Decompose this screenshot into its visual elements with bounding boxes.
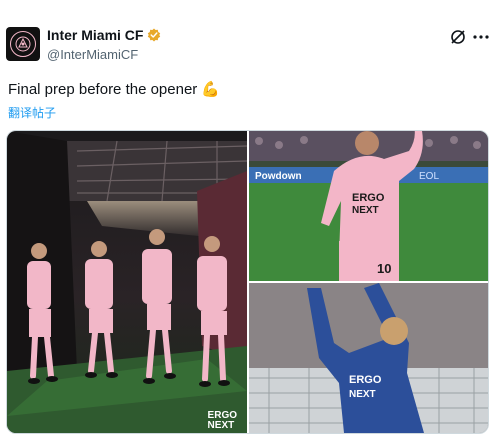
tweet-body: Final prep before the opener	[8, 80, 198, 98]
jersey-sponsor-text: ERGO	[352, 192, 385, 204]
goalkeeper-jersey-sponsor-text: ERGO	[349, 374, 382, 386]
author-name-row[interactable]: Inter Miami CF	[47, 27, 161, 43]
photo-player-pink-jersey[interactable]: Powdown EOL ERGO NEXT 10	[249, 131, 488, 281]
inter-miami-crest-icon	[10, 31, 36, 57]
more-options-icon[interactable]	[472, 28, 490, 46]
verified-badge-icon	[147, 28, 161, 42]
account-handle[interactable]: @InterMiamiCF	[47, 47, 138, 62]
avatar[interactable]	[6, 27, 40, 61]
flexed-biceps-emoji: 💪	[201, 81, 220, 98]
media-grid: ERGO NEXT Powdown EOL ERGO NEXT 10 ERGO …	[6, 130, 489, 434]
photo-players-tunnel[interactable]: ERGO NEXT	[7, 131, 247, 433]
translate-post-link[interactable]: 翻译帖子	[8, 104, 56, 121]
grok-icon[interactable]	[449, 28, 467, 46]
watermark-line-2: NEXT	[207, 420, 235, 431]
photo-goalkeeper-celebrating[interactable]: ERGO NEXT	[249, 283, 488, 433]
sponsor-watermark: ERGO NEXT	[208, 411, 237, 431]
ad-board-text-2: EOL	[419, 171, 439, 182]
jersey-sponsor-text-2: NEXT	[352, 205, 379, 216]
goalkeeper-jersey-sponsor-text-2: NEXT	[349, 389, 376, 400]
tweet-text: Final prep before the opener 💪	[8, 80, 220, 99]
display-name[interactable]: Inter Miami CF	[47, 27, 143, 43]
jersey-number: 10	[377, 261, 391, 276]
ad-board-text: Powdown	[255, 171, 302, 182]
